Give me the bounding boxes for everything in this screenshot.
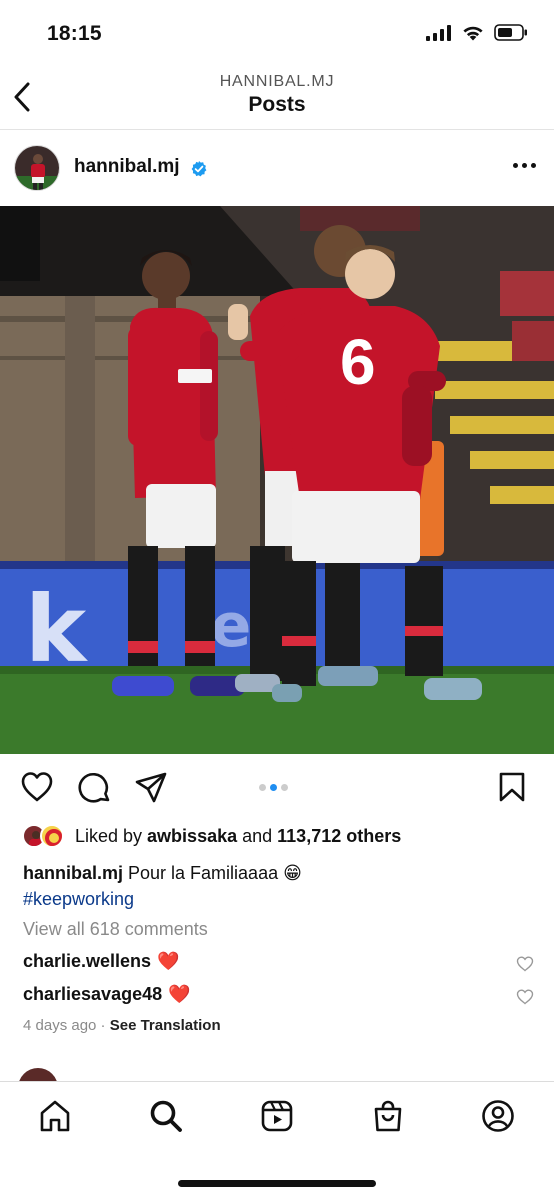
- avatar[interactable]: [14, 145, 60, 191]
- more-dot: [513, 163, 518, 168]
- comment-username[interactable]: charliesavage48: [23, 984, 162, 1005]
- tab-reels[interactable]: [259, 1098, 295, 1134]
- carousel-dot: [259, 784, 266, 791]
- status-bar: 18:15: [0, 0, 554, 62]
- separator-dot: ·: [96, 1017, 110, 1034]
- liker-username[interactable]: awbissaka: [147, 826, 237, 846]
- view-all-comments-link[interactable]: View all 618 comments: [23, 919, 208, 940]
- caption-username[interactable]: hannibal.mj: [23, 863, 123, 883]
- tab-search[interactable]: [148, 1098, 184, 1134]
- comment-username[interactable]: charlie.wellens: [23, 951, 151, 972]
- comment-like-heart-icon[interactable]: [516, 989, 534, 1005]
- post-time-ago: 4 days ago: [23, 1017, 97, 1034]
- status-icons: [426, 24, 528, 41]
- likes-count[interactable]: 113,712 others: [277, 826, 401, 846]
- likes-row[interactable]: Liked by awbissaka and 113,712 others: [22, 822, 401, 850]
- likes-text: Liked by awbissaka and 113,712 others: [75, 826, 401, 847]
- tab-shop[interactable]: [370, 1098, 406, 1134]
- comment-like-heart-icon[interactable]: [516, 956, 534, 972]
- search-icon: [150, 1100, 182, 1132]
- reels-icon: [261, 1100, 293, 1132]
- page-title: Posts: [248, 93, 306, 116]
- home-icon: [40, 1100, 70, 1132]
- liker-avatar: [40, 824, 64, 848]
- post-timestamp-row: 4 days ago · See Translation: [23, 1017, 221, 1034]
- svg-text:6: 6: [340, 326, 376, 398]
- share-icon[interactable]: [134, 771, 168, 805]
- bookmark-icon[interactable]: [498, 771, 526, 803]
- header-subtitle: HANNIBAL.MJ: [219, 73, 335, 90]
- more-dot: [522, 163, 527, 168]
- heart-icon[interactable]: [20, 771, 54, 803]
- likes-middle: and: [237, 825, 278, 846]
- shop-icon: [374, 1100, 402, 1132]
- post-caption: hannibal.mj Pour la Familiaaaa 😁 #keepwo…: [23, 860, 523, 912]
- likes-prefix: Liked by: [75, 825, 148, 846]
- comment-emoji: ❤️: [157, 951, 180, 971]
- caption-text: Pour la Familiaaaa 😁: [123, 863, 302, 883]
- carousel-dot: [281, 784, 288, 791]
- home-indicator: [178, 1180, 376, 1187]
- carousel-indicator: [259, 784, 288, 791]
- post-photo[interactable]: k le 6: [0, 206, 554, 754]
- post-username[interactable]: hannibal.mj: [74, 156, 180, 178]
- post-header: hannibal.mj: [0, 130, 554, 206]
- wifi-icon: [463, 26, 483, 41]
- comment-row: charliesavage48 ❤️: [23, 984, 191, 1005]
- nav-header: HANNIBAL.MJ Posts: [0, 62, 554, 130]
- comment-icon[interactable]: [78, 771, 112, 805]
- status-time: 18:15: [47, 22, 102, 45]
- more-options-button[interactable]: [513, 163, 536, 168]
- battery-icon: [494, 24, 527, 41]
- carousel-dot-active: [270, 784, 277, 791]
- tab-home[interactable]: [37, 1098, 73, 1134]
- signal-icon: [426, 24, 451, 41]
- more-dot: [531, 163, 536, 168]
- verified-badge-icon: [191, 161, 207, 177]
- caption-hashtag[interactable]: #keepworking: [23, 889, 134, 909]
- post-action-bar: [0, 754, 554, 820]
- comment-row: charlie.wellens ❤️: [23, 951, 180, 972]
- liker-avatars: [22, 823, 68, 849]
- tab-profile[interactable]: [480, 1098, 516, 1134]
- football-celebration-photo: k le 6: [0, 206, 554, 754]
- comment-emoji: ❤️: [168, 984, 191, 1004]
- profile-icon: [482, 1100, 514, 1132]
- see-translation-link[interactable]: See Translation: [110, 1017, 221, 1034]
